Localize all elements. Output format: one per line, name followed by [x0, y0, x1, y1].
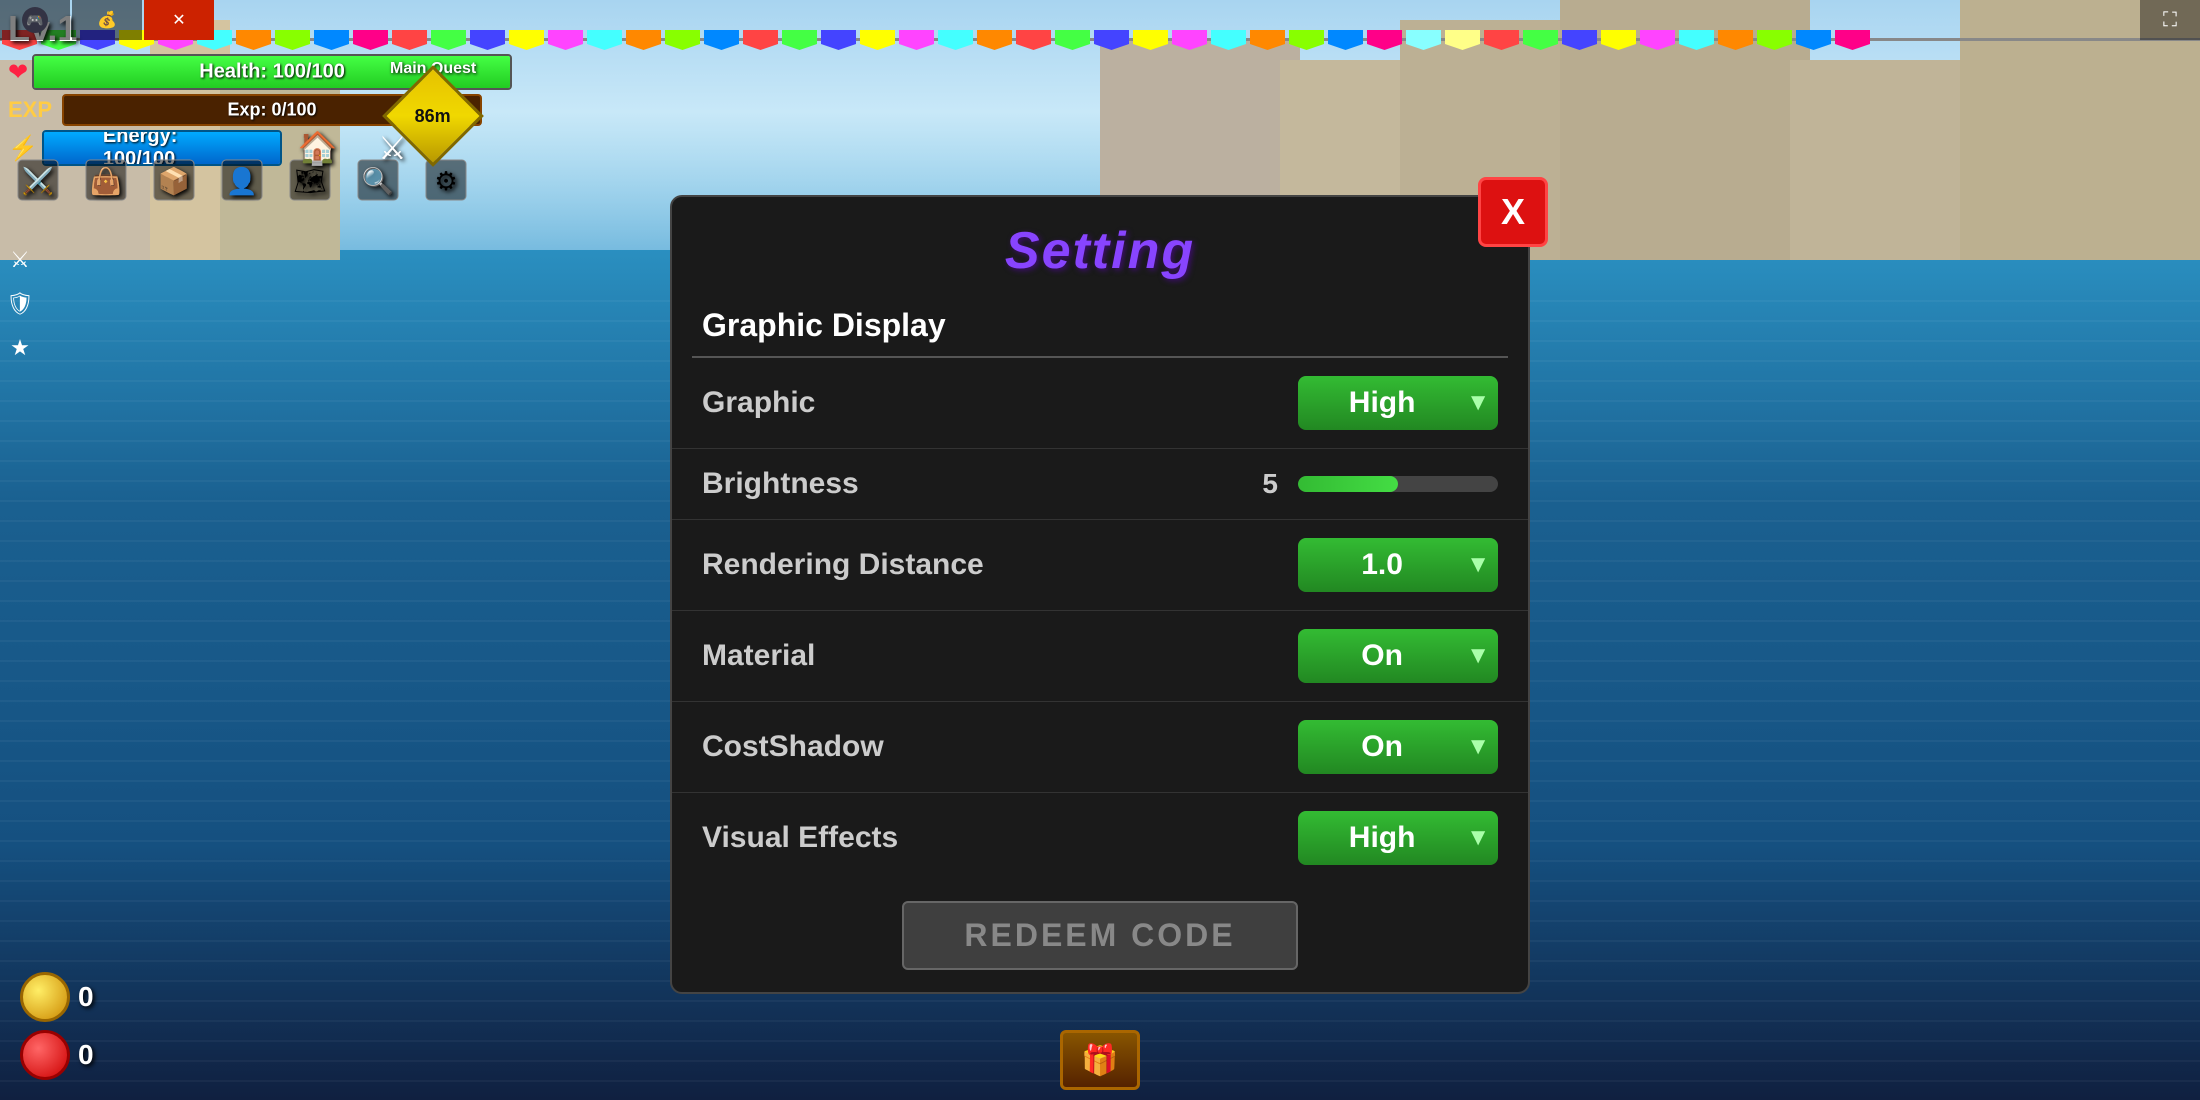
visual-effects-arrow: ▼	[1466, 824, 1498, 852]
brightness-control: 5	[1248, 468, 1498, 500]
redeem-code-button[interactable]: REDEEM CODE	[902, 901, 1297, 970]
visual-effects-dropdown[interactable]: High ▼	[1298, 811, 1498, 865]
rendering-distance-label: Rendering Distance	[702, 548, 984, 582]
costshadow-value: On	[1298, 730, 1466, 764]
rendering-distance-row: Rendering Distance 1.0 ▼	[672, 520, 1528, 611]
graphic-row: Graphic High ▼	[672, 358, 1528, 449]
material-control: On ▼	[1298, 629, 1498, 683]
section-title: Graphic Display	[672, 299, 1528, 356]
redeem-btn-container: REDEEM CODE	[672, 883, 1528, 992]
brightness-label: Brightness	[702, 467, 859, 501]
costshadow-dropdown[interactable]: On ▼	[1298, 720, 1498, 774]
material-value: On	[1298, 639, 1466, 673]
rendering-distance-value: 1.0	[1298, 548, 1466, 582]
material-arrow: ▼	[1466, 642, 1498, 670]
costshadow-control: On ▼	[1298, 720, 1498, 774]
rendering-distance-dropdown[interactable]: 1.0 ▼	[1298, 538, 1498, 592]
costshadow-row: CostShadow On ▼	[672, 702, 1528, 793]
graphic-control: High ▼	[1298, 376, 1498, 430]
brightness-slider-fill	[1298, 476, 1398, 492]
material-dropdown[interactable]: On ▼	[1298, 629, 1498, 683]
dialog-close-button[interactable]: X	[1478, 177, 1548, 247]
dialog-title: Setting	[672, 197, 1528, 299]
graphic-dropdown-arrow: ▼	[1466, 389, 1498, 417]
costshadow-arrow: ▼	[1466, 733, 1498, 761]
setting-dialog: X Setting Graphic Display Graphic High ▼…	[670, 195, 1530, 994]
visual-effects-label: Visual Effects	[702, 821, 898, 855]
material-row: Material On ▼	[672, 611, 1528, 702]
visual-effects-control: High ▼	[1298, 811, 1498, 865]
rendering-distance-arrow: ▼	[1466, 551, 1498, 579]
rendering-distance-control: 1.0 ▼	[1298, 538, 1498, 592]
graphic-label: Graphic	[702, 386, 815, 420]
brightness-row: Brightness 5	[672, 449, 1528, 520]
brightness-value: 5	[1248, 468, 1278, 500]
visual-effects-row: Visual Effects High ▼	[672, 793, 1528, 883]
graphic-value: High	[1298, 386, 1466, 420]
costshadow-label: CostShadow	[702, 730, 884, 764]
material-label: Material	[702, 639, 815, 673]
visual-effects-value: High	[1298, 821, 1466, 855]
dialog-overlay: X Setting Graphic Display Graphic High ▼…	[0, 0, 2200, 1100]
brightness-slider-track[interactable]	[1298, 476, 1498, 492]
graphic-dropdown[interactable]: High ▼	[1298, 376, 1498, 430]
